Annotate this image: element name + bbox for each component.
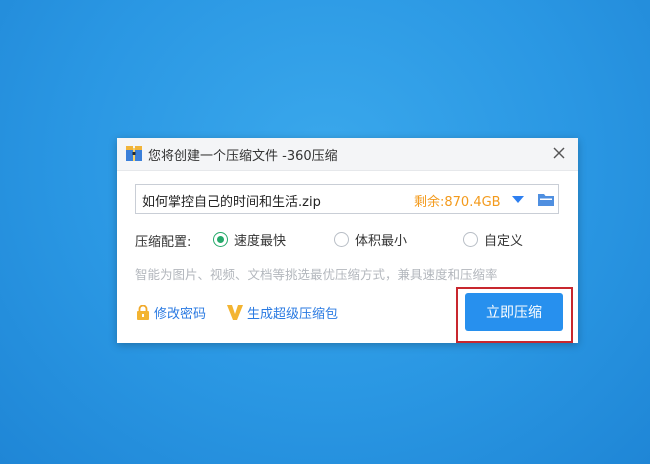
super-package-label: 生成超级压缩包 — [247, 307, 339, 322]
lock-icon — [137, 305, 149, 320]
highlight-annotation — [456, 287, 573, 343]
super-package-link[interactable]: 生成超级压缩包 — [227, 303, 338, 322]
option-label: 体积最小 — [355, 234, 408, 249]
radio-unselected[interactable] — [463, 232, 478, 247]
config-hint: 智能为图片、视频、文档等挑选最优压缩方式，兼具速度和压缩率 — [135, 267, 498, 282]
option-fastest[interactable]: 速度最快 — [213, 230, 286, 249]
triangle-down-icon[interactable] — [512, 196, 524, 203]
option-label: 自定义 — [484, 234, 524, 249]
config-label: 压缩配置: — [135, 235, 192, 250]
option-custom[interactable]: 自定义 — [463, 230, 523, 249]
v-badge-icon — [227, 305, 243, 320]
option-label: 速度最快 — [234, 234, 287, 249]
filename-field[interactable]: 如何掌控自己的时间和生活.zip 剩余:870.4GB — [135, 184, 559, 214]
close-icon[interactable] — [550, 144, 568, 162]
window-title: 您将创建一个压缩文件 -360压缩 — [148, 149, 338, 164]
radio-selected[interactable] — [213, 232, 228, 247]
option-smallest[interactable]: 体积最小 — [334, 230, 407, 249]
change-password-label: 修改密码 — [154, 307, 207, 322]
filename-text: 如何掌控自己的时间和生活.zip — [142, 195, 321, 210]
archive-icon — [126, 146, 142, 161]
title-bar: 您将创建一个压缩文件 -360压缩 — [117, 138, 578, 171]
remaining-space: 剩余:870.4GB — [414, 195, 501, 210]
change-password-link[interactable]: 修改密码 — [136, 303, 206, 322]
folder-icon[interactable] — [538, 192, 554, 206]
radio-unselected[interactable] — [334, 232, 349, 247]
